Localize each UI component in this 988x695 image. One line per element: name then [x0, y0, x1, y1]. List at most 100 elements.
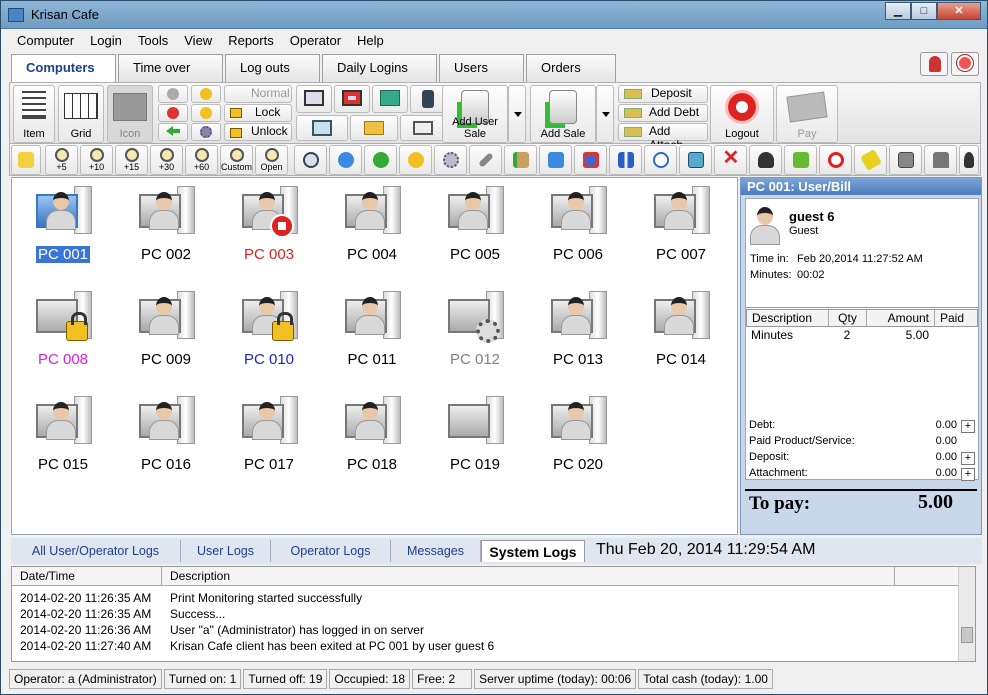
sms-button[interactable]: [784, 145, 817, 175]
folder-button[interactable]: [350, 115, 398, 141]
tab-time-over[interactable]: Time over: [118, 54, 223, 82]
pc-tile[interactable]: PC 013: [533, 285, 623, 385]
pc-tile[interactable]: PC 006: [533, 180, 623, 280]
pc-tile[interactable]: PC 004: [327, 180, 417, 280]
pc-tile[interactable]: PC 009: [121, 285, 211, 385]
unassign-button[interactable]: [574, 145, 607, 175]
add-sale-dropdown[interactable]: [596, 85, 614, 143]
shutdown-button[interactable]: [158, 85, 188, 103]
user-more-button[interactable]: [959, 145, 979, 175]
pc-tile[interactable]: PC 008: [18, 285, 108, 385]
note-button[interactable]: [11, 145, 41, 175]
log-row[interactable]: 2014-02-20 11:26:36 AM User "a" (Administ…: [12, 622, 975, 638]
menu-computer[interactable]: Computer: [9, 31, 82, 51]
settings-button[interactable]: [191, 123, 221, 141]
table-row[interactable]: Minutes 2 5.00: [746, 327, 978, 345]
tickets-button[interactable]: [854, 145, 887, 175]
user-manage-button[interactable]: [749, 145, 782, 175]
password-button[interactable]: [399, 145, 432, 175]
options-button[interactable]: [434, 145, 467, 175]
tab-operator-logs[interactable]: Operator Logs: [271, 540, 391, 562]
menu-help[interactable]: Help: [349, 31, 392, 51]
bill-col-amount[interactable]: Amount: [867, 310, 935, 326]
printer-button[interactable]: [889, 145, 922, 175]
tab-users[interactable]: Users: [439, 54, 524, 82]
tab-all-logs[interactable]: All User/Operator Logs: [11, 540, 181, 562]
add-time-5-button[interactable]: +5: [45, 145, 78, 175]
add-deposit-plus-button[interactable]: +: [961, 452, 975, 465]
pc-tile[interactable]: PC 020: [533, 390, 623, 490]
pc-tile[interactable]: PC 005: [430, 180, 520, 280]
pause-button[interactable]: [609, 145, 642, 175]
switch-pc-button[interactable]: [679, 145, 712, 175]
menu-reports[interactable]: Reports: [220, 31, 282, 51]
log-row[interactable]: 2014-02-20 11:26:35 AM Print Monitoring s…: [12, 590, 975, 606]
operator-user-icon[interactable]: [920, 52, 948, 76]
tab-orders[interactable]: Orders: [526, 54, 616, 82]
icon-view-button[interactable]: Icon: [107, 85, 153, 143]
remote-desktop-button[interactable]: [296, 115, 348, 141]
pc-tile[interactable]: PC 003: [224, 180, 314, 280]
timer-button[interactable]: [191, 85, 221, 103]
log-row[interactable]: 2014-02-20 11:26:35 AM Success...: [12, 606, 975, 622]
add-time-15-button[interactable]: +15: [115, 145, 148, 175]
close-button[interactable]: ✕: [937, 2, 981, 20]
pc-tile[interactable]: PC 016: [121, 390, 211, 490]
pc-tile[interactable]: PC 017: [224, 390, 314, 490]
screenshot-button[interactable]: [400, 115, 446, 141]
pc-tile[interactable]: PC 002: [121, 180, 211, 280]
block-button[interactable]: [819, 145, 852, 175]
pc-tile[interactable]: PC 014: [636, 285, 726, 385]
tab-system-logs[interactable]: System Logs: [481, 540, 585, 562]
add-time-10-button[interactable]: +10: [80, 145, 113, 175]
pc-tile[interactable]: PC 001: [18, 180, 108, 280]
pc-tile[interactable]: PC 007: [636, 180, 726, 280]
minimize-button[interactable]: ▁: [885, 2, 911, 20]
key-button[interactable]: [191, 104, 221, 122]
disconnect-button[interactable]: [334, 85, 370, 113]
add-time-60-button[interactable]: +60: [185, 145, 218, 175]
logout-button[interactable]: Logout: [710, 85, 774, 143]
pc-tile[interactable]: PC 011: [327, 285, 417, 385]
schedule-button[interactable]: [294, 145, 327, 175]
pc-tile[interactable]: PC 010: [224, 285, 314, 385]
tab-computers[interactable]: Computers: [11, 54, 116, 84]
log-scrollbar[interactable]: [958, 567, 975, 661]
log-col-datetime[interactable]: Date/Time: [12, 567, 162, 585]
pay-button[interactable]: Pay: [776, 85, 838, 143]
bill-col-paid[interactable]: Paid: [935, 310, 977, 326]
normal-button[interactable]: Normal: [224, 85, 292, 103]
menu-tools[interactable]: Tools: [130, 31, 176, 51]
tab-daily-logins[interactable]: Daily Logins: [322, 54, 437, 82]
usb-button[interactable]: [410, 85, 446, 113]
log-row[interactable]: 2014-02-20 11:27:40 AM Krisan Cafe client…: [12, 638, 975, 654]
pc-tile[interactable]: PC 018: [327, 390, 417, 490]
add-debt-plus-button[interactable]: +: [961, 420, 975, 433]
tools-button[interactable]: [469, 145, 502, 175]
bill-col-qty[interactable]: Qty: [829, 310, 867, 326]
pc-tile[interactable]: PC 015: [18, 390, 108, 490]
pc-tile[interactable]: PC 012: [430, 285, 520, 385]
add-sale-button[interactable]: Add Sale: [530, 85, 596, 143]
network-button[interactable]: [372, 85, 408, 113]
delete-button[interactable]: ✕: [714, 145, 747, 175]
menu-operator[interactable]: Operator: [282, 31, 349, 51]
title-bar[interactable]: Krisan Cafe ▁ □ ✕: [1, 1, 987, 29]
add-user-sale-dropdown[interactable]: [508, 85, 526, 143]
pc-tile[interactable]: PC 019: [430, 390, 520, 490]
bill-col-description[interactable]: Description: [747, 310, 829, 326]
log-col-description[interactable]: Description: [162, 567, 895, 585]
menu-login[interactable]: Login: [82, 31, 130, 51]
add-time-30-button[interactable]: +30: [150, 145, 183, 175]
add-user-sale-button[interactable]: Add User Sale: [442, 85, 508, 143]
stamp-button[interactable]: [924, 145, 957, 175]
add-attachment-plus-button[interactable]: +: [961, 468, 975, 481]
chat-button[interactable]: [329, 145, 362, 175]
open-time-button[interactable]: Open: [255, 145, 288, 175]
add-time-custom-button[interactable]: Custom: [220, 145, 253, 175]
maximize-button[interactable]: □: [911, 2, 937, 20]
tab-log-outs[interactable]: Log outs: [225, 54, 320, 82]
speed-button[interactable]: [644, 145, 677, 175]
power-icon[interactable]: [951, 52, 979, 76]
menu-view[interactable]: View: [176, 31, 220, 51]
